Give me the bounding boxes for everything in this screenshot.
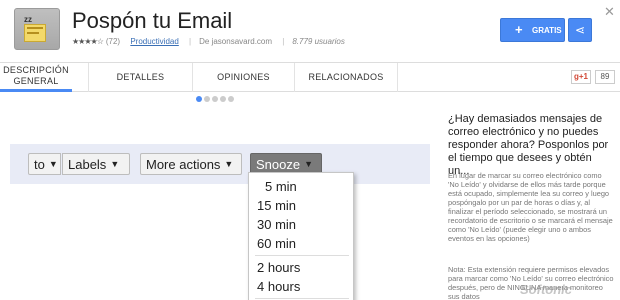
tab-overview[interactable]: DESCRIPCIÓN GENERAL bbox=[0, 63, 72, 92]
snooze-option: 15 min bbox=[257, 198, 297, 213]
dropdown-arrow-icon: ▼ bbox=[48, 159, 58, 169]
carousel-dot[interactable] bbox=[220, 96, 226, 102]
gplus-button[interactable]: g+1 bbox=[571, 70, 591, 84]
watermark: Softonic bbox=[520, 282, 572, 297]
snooze-option: 60 min bbox=[257, 236, 297, 251]
to-button: to ▼ bbox=[28, 153, 61, 175]
envelope-icon bbox=[24, 24, 46, 42]
category-link[interactable]: Productividad bbox=[130, 37, 178, 46]
app-icon: zz bbox=[14, 8, 60, 50]
carousel-dot[interactable] bbox=[228, 96, 234, 102]
carousel-dots bbox=[196, 96, 234, 104]
sleep-zz-icon: zz bbox=[24, 15, 32, 24]
share-icon: ⋖ bbox=[574, 23, 586, 37]
tab-details-label: DETALLES bbox=[116, 72, 165, 82]
gplus-count: 89 bbox=[595, 70, 615, 84]
snooze-option: 4 hours bbox=[257, 279, 301, 294]
header: zz Pospón tu Email ★★★★☆ (72) Productivid… bbox=[0, 0, 620, 62]
meta-separator: | bbox=[282, 37, 285, 46]
menu-divider bbox=[255, 255, 349, 256]
author-text: De jasonsavard.com bbox=[199, 37, 273, 46]
plus-icon: + bbox=[515, 22, 523, 37]
dropdown-arrow-icon: ▼ bbox=[304, 159, 314, 169]
snooze-option: 5 min bbox=[265, 179, 297, 194]
rating-count: (72) bbox=[105, 37, 121, 46]
snooze-button-label: Snooze bbox=[256, 156, 301, 172]
more-actions-label: More actions bbox=[146, 156, 221, 172]
description-title: ¿Hay demasiados mensajes de correo elect… bbox=[448, 113, 609, 177]
share-button[interactable]: ⋖ bbox=[568, 18, 592, 42]
snooze-menu: 5 min 15 min 30 min 60 min 2 hours 4 hou… bbox=[248, 172, 354, 300]
description-body: En lugar de marcar su correo electrónico… bbox=[448, 171, 613, 243]
snooze-option: 2 hours bbox=[257, 260, 301, 275]
close-icon[interactable]: ✕ bbox=[604, 4, 615, 20]
app-title: Pospón tu Email bbox=[72, 8, 233, 33]
tab-overview-label: DESCRIPCIÓN GENERAL bbox=[3, 65, 69, 86]
snooze-option: 30 min bbox=[257, 217, 297, 232]
more-actions-button: More actions ▼ bbox=[140, 153, 242, 175]
meta-separator: | bbox=[189, 37, 192, 46]
carousel-dot[interactable] bbox=[204, 96, 210, 102]
carousel-dot[interactable] bbox=[196, 96, 202, 102]
carousel-dot[interactable] bbox=[212, 96, 218, 102]
labels-button: Labels ▼ bbox=[62, 153, 130, 175]
app-meta: ★★★★☆ (72) Productividad | De jasonsavard.… bbox=[72, 37, 345, 46]
rating-stars: ★★★★☆ bbox=[72, 37, 104, 46]
users-count: 8.779 usuarios bbox=[292, 37, 345, 46]
tab-related[interactable]: RELACIONADOS bbox=[294, 63, 398, 92]
labels-button-label: Labels bbox=[68, 156, 107, 172]
free-button-label: GRATIS bbox=[532, 26, 562, 35]
tab-reviews-label: OPINIONES bbox=[217, 72, 270, 82]
tab-reviews[interactable]: OPINIONES bbox=[192, 63, 294, 92]
tab-details[interactable]: DETALLES bbox=[88, 63, 192, 92]
tab-bar: DESCRIPCIÓN GENERAL DETALLES OPINIONES R… bbox=[0, 62, 620, 92]
to-button-label: to bbox=[34, 156, 45, 172]
menu-divider bbox=[255, 298, 349, 299]
tab-related-label: RELACIONADOS bbox=[308, 72, 384, 82]
preview-screenshot: to ▼ Labels ▼ More actions ▼ Snooze ▼ 5 min … bbox=[10, 116, 430, 300]
free-install-button[interactable]: + GRATIS bbox=[500, 18, 565, 42]
dropdown-arrow-icon: ▼ bbox=[224, 159, 234, 169]
dropdown-arrow-icon: ▼ bbox=[110, 159, 120, 169]
